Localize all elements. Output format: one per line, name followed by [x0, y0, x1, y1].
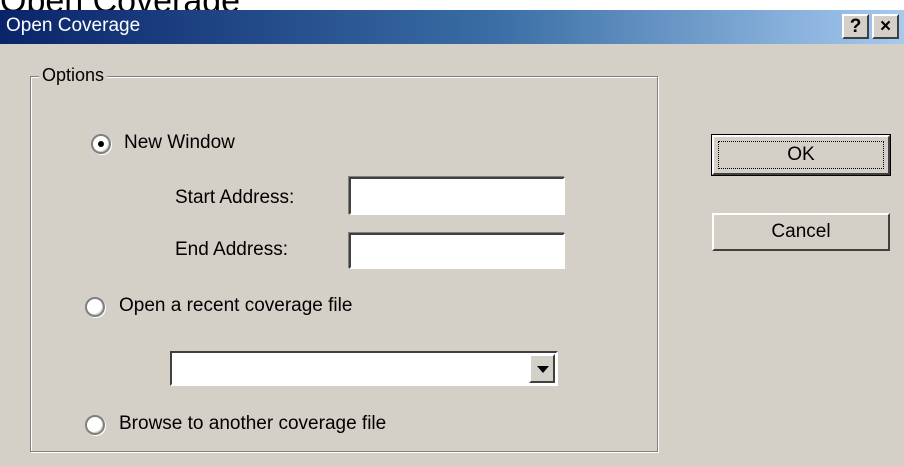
radio-selected-dot	[98, 141, 104, 147]
ok-button[interactable]: OK	[711, 134, 891, 176]
chevron-down-icon	[537, 366, 549, 373]
title-bar[interactable]: Open Coverage ? ×	[0, 10, 904, 44]
dropdown-button[interactable]	[529, 354, 555, 383]
window-title: Open Coverage	[6, 15, 141, 36]
recent-file-radio[interactable]	[85, 297, 105, 317]
browse-file-label[interactable]: Browse to another coverage file	[119, 413, 386, 435]
recent-file-dropdown[interactable]	[170, 351, 558, 386]
help-icon[interactable]: ?	[842, 14, 869, 39]
start-address-field[interactable]	[349, 177, 565, 215]
end-address-field[interactable]	[349, 233, 565, 269]
close-icon[interactable]: ×	[872, 14, 899, 39]
end-address-label: End Address:	[175, 239, 289, 260]
cancel-button[interactable]: Cancel	[712, 213, 890, 251]
options-legend: Options	[39, 65, 108, 86]
open-coverage-dialog: Open Coverage ? × Options New Window Sta…	[0, 10, 904, 466]
start-address-label: Start Address:	[175, 187, 295, 208]
options-group: Options New Window Start Address: End Ad…	[30, 65, 658, 452]
browse-file-radio[interactable]	[85, 415, 105, 435]
ok-button-label: OK	[718, 141, 884, 169]
new-window-label[interactable]: New Window	[124, 132, 235, 154]
recent-file-label[interactable]: Open a recent coverage file	[119, 295, 352, 317]
new-window-radio[interactable]	[91, 134, 111, 154]
